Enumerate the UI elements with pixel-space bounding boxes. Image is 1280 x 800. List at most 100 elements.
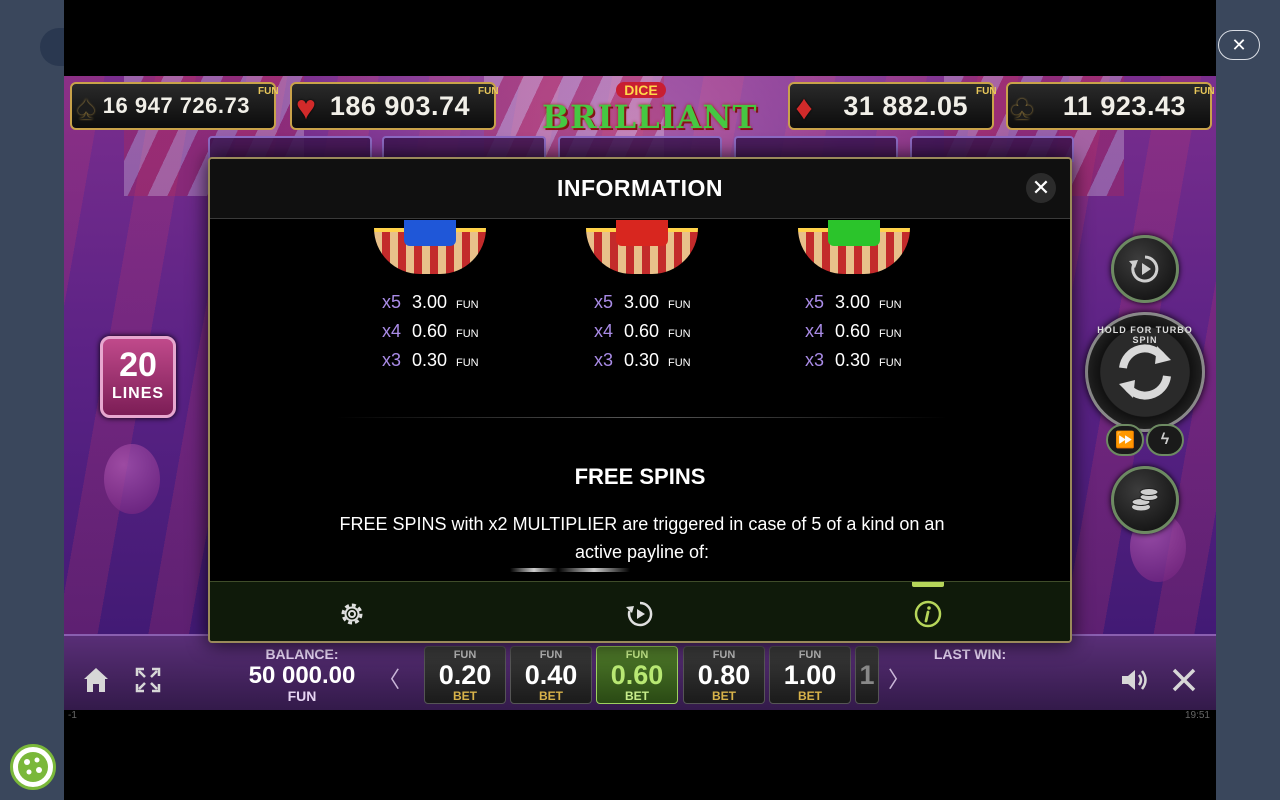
bet-prev-arrow[interactable]: 〈: [378, 662, 400, 694]
bet-option[interactable]: FUN 0.20 BET: [424, 646, 506, 704]
pay-multiplier: x3: [594, 350, 614, 370]
pay-value: 0.60: [835, 321, 871, 341]
bet-option[interactable]: FUN 0.40 BET: [510, 646, 592, 704]
pay-value: 0.30: [412, 350, 448, 370]
close-icon: [1172, 668, 1196, 692]
tab-autoplay[interactable]: [622, 596, 658, 632]
dice-symbol-blue: [374, 220, 486, 274]
bet-value: 0.80: [697, 660, 751, 690]
pay-multiplier: x3: [382, 350, 402, 370]
bottom-bar: BALANCE: 50 000.00 FUN 〈 FUN 0.20 BET FU…: [64, 634, 1216, 710]
pay-currency: FUN: [879, 357, 902, 369]
diamond-icon: ♦: [795, 89, 813, 127]
bet-value: 0.60: [610, 660, 664, 690]
bet-option-partial[interactable]: 1: [855, 646, 879, 704]
autoplay-button[interactable]: [1111, 235, 1179, 303]
information-modal: INFORMATION ✕ x5 3.00 FUN x4 0.60 FUN x3…: [208, 157, 1072, 643]
info-icon: [914, 600, 942, 628]
tab-settings[interactable]: [334, 596, 370, 632]
modal-header: INFORMATION ✕: [210, 159, 1070, 219]
quick-spin-toggle[interactable]: ⏩: [1106, 424, 1144, 456]
spin-button[interactable]: HOLD FOR TURBO SPIN: [1085, 312, 1205, 432]
fullscreen-icon: [135, 667, 161, 693]
bet-value: 0.20: [438, 660, 492, 690]
symbol-preview-partial: [510, 568, 630, 572]
pay-multiplier: x4: [382, 321, 402, 341]
bet-label: BET: [798, 689, 822, 703]
pay-currency: FUN: [456, 299, 479, 311]
pay-currency: FUN: [879, 299, 902, 311]
pay-value: 0.30: [835, 350, 871, 370]
pay-value: 0.60: [412, 321, 448, 341]
lightning-icon: ϟ: [1160, 431, 1170, 448]
jackpot-amount: 16 947 726.73: [102, 93, 250, 118]
section-divider: [336, 417, 948, 418]
paytable-row: x5 3.00 FUN: [594, 292, 691, 316]
turbo-hint: HOLD FOR TURBO SPIN: [1097, 325, 1193, 345]
balance-currency: FUN: [287, 688, 317, 704]
lines-badge: 20 LINES: [100, 336, 176, 418]
spade-icon: ♠: [76, 89, 96, 127]
fullscreen-button[interactable]: [128, 660, 168, 700]
pay-currency: FUN: [668, 328, 691, 340]
close-icon: ✕: [1031, 175, 1051, 200]
pay-multiplier: x3: [805, 350, 825, 370]
pay-currency: FUN: [879, 328, 902, 340]
last-win-label: LAST WIN:: [933, 646, 1007, 662]
turbo-toggle[interactable]: ϟ: [1146, 424, 1184, 456]
dice-symbol-green: [798, 220, 910, 274]
free-spins-text: FREE SPINS with x2 MULTIPLIER are trigge…: [339, 514, 945, 562]
game-logo: DICE BRILLIANT: [542, 82, 758, 136]
host-right-margin: [1216, 0, 1280, 800]
pay-currency: FUN: [456, 357, 479, 369]
die-icon: [404, 220, 456, 246]
bet-value: 1.00: [783, 660, 837, 690]
pay-multiplier: x4: [805, 321, 825, 341]
jackpot-amount: 11 923.43: [1062, 91, 1186, 121]
speaker-icon: [1122, 670, 1147, 690]
pay-multiplier: x5: [805, 292, 825, 312]
bet-label: BET: [539, 689, 563, 703]
fast-forward-icon: ⏩: [1115, 432, 1135, 449]
bet-option[interactable]: FUN 1.00 BET: [769, 646, 851, 704]
bet-next-arrow[interactable]: 〉: [888, 662, 910, 694]
exit-game-button[interactable]: [1164, 660, 1204, 700]
lines-label: LINES: [111, 385, 165, 402]
modal-close-button[interactable]: ✕: [1026, 173, 1056, 203]
bet-label: BET: [625, 689, 649, 703]
bet-label: BET: [712, 689, 736, 703]
cookie-settings-button[interactable]: [10, 744, 56, 790]
close-icon: ✕: [1231, 34, 1247, 55]
pay-value: 3.00: [835, 292, 871, 312]
tab-info[interactable]: [910, 596, 946, 632]
sound-button[interactable]: [1114, 660, 1154, 700]
dice-symbol-red: [586, 220, 698, 274]
replay-icon: [626, 601, 653, 627]
bet-settings-button[interactable]: [1111, 466, 1179, 534]
bet-option[interactable]: FUN 0.80 BET: [683, 646, 765, 704]
close-game-button[interactable]: ✕: [1218, 30, 1260, 60]
paytable-row: x3 0.30 FUN: [805, 350, 902, 374]
spin-icon: [1119, 344, 1171, 400]
gear-icon: [341, 603, 363, 625]
jackpot-hearts: ♥ 186 903.74 FUN: [290, 82, 499, 130]
coins-icon: [1131, 488, 1159, 511]
modal-body[interactable]: x5 3.00 FUN x4 0.60 FUN x3 0.30 FUN x5 3…: [210, 220, 1070, 581]
bet-option-selected[interactable]: FUN 0.60 BET: [596, 646, 678, 704]
pay-value: 3.00: [624, 292, 660, 312]
club-icon: ♣: [1010, 89, 1034, 127]
modal-tab-bar: [210, 581, 1070, 641]
home-button[interactable]: [76, 660, 116, 700]
pay-multiplier: x4: [594, 321, 614, 341]
jackpot-diamonds: ♦ 31 882.05 FUN: [788, 82, 997, 130]
pay-value: 0.60: [624, 321, 660, 341]
lines-count: 20: [119, 346, 157, 384]
balloon-decoration: [104, 444, 160, 514]
jackpot-currency: FUN: [1194, 86, 1215, 97]
paytable-row: x3 0.30 FUN: [594, 350, 691, 374]
bet-value: 0.40: [524, 660, 578, 690]
jackpot-currency: FUN: [258, 86, 279, 97]
logo-big-text: BRILLIANT: [542, 98, 758, 136]
jackpot-amount: 186 903.74: [329, 91, 470, 121]
jackpot-clubs: ♣ 11 923.43 FUN: [1006, 82, 1215, 130]
